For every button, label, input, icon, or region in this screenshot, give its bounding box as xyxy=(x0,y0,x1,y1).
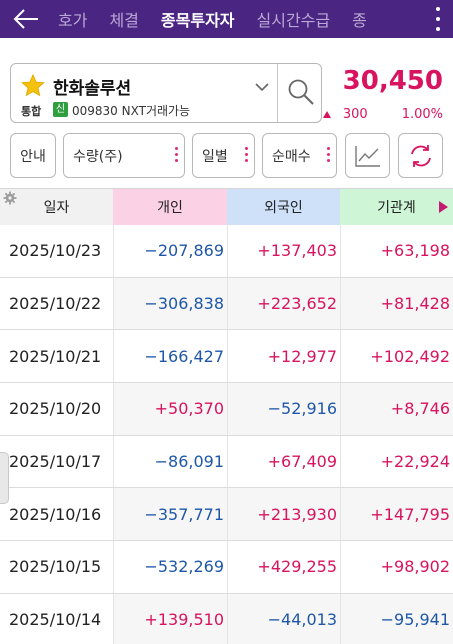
cell-institution: −95,941 xyxy=(340,593,453,644)
cell-institution: +102,492 xyxy=(340,330,453,383)
dropdown-dots-icon xyxy=(327,147,330,165)
cell-foreign: +12,977 xyxy=(227,330,340,383)
back-arrow-icon xyxy=(13,9,38,29)
cell-individual: −357,771 xyxy=(113,488,227,541)
cell-foreign: +137,403 xyxy=(227,225,340,277)
stock-name: 한화솔루션 xyxy=(53,79,132,99)
tab-realtime-flow[interactable]: 실시간수급 xyxy=(257,7,331,31)
cell-foreign: +67,409 xyxy=(227,435,340,488)
cell-individual: +50,370 xyxy=(113,383,227,435)
tab-next-partial[interactable]: 종 xyxy=(352,7,367,31)
star-icon[interactable] xyxy=(20,73,46,99)
column-label-institution: 기관계 xyxy=(377,200,416,216)
column-label-date: 일자 xyxy=(43,200,70,216)
cell-individual: −306,838 xyxy=(113,277,227,330)
price-change: 300 1.00% xyxy=(322,107,443,122)
table-body: 2025/10/23 −207,869 +137,403 +63,198 202… xyxy=(0,225,453,644)
credit-badge: 신 xyxy=(53,102,68,117)
table-row[interactable]: 2025/10/16 −357,771 +213,930 +147,795 xyxy=(0,488,453,542)
stock-selector[interactable]: 한화솔루션 통합 신 009830 NXT거래가능 xyxy=(10,63,322,123)
stock-code-info: 009830 NXT거래가능 xyxy=(72,104,191,118)
cell-date: 2025/10/22 xyxy=(0,277,113,330)
info-label: 안내 xyxy=(20,148,46,165)
cell-individual: −532,269 xyxy=(113,541,227,593)
cell-institution: +63,198 xyxy=(340,225,453,277)
column-label-foreign: 외국인 xyxy=(264,200,303,216)
tab-list: 호가 체결 종목투자자 실시간수급 종 xyxy=(58,0,367,38)
cell-date: 2025/10/20 xyxy=(0,383,113,435)
dropdown-dots-icon xyxy=(245,147,248,165)
cell-date: 2025/10/14 xyxy=(0,593,113,644)
table-row[interactable]: 2025/10/14 +139,510 −44,013 −95,941 xyxy=(0,593,453,644)
table-row[interactable]: 2025/10/20 +50,370 −52,916 +8,746 xyxy=(0,383,453,436)
cell-foreign: −44,013 xyxy=(227,593,340,644)
chevron-down-icon[interactable] xyxy=(255,82,269,92)
kebab-menu-icon[interactable] xyxy=(433,4,443,34)
cell-date: 2025/10/15 xyxy=(0,541,113,593)
cell-institution: +98,902 xyxy=(340,541,453,593)
table-row[interactable]: 2025/10/15 −532,269 +429,255 +98,902 xyxy=(0,541,453,594)
cell-date: 2025/10/16 xyxy=(0,488,113,541)
info-button[interactable]: 안내 xyxy=(10,133,56,178)
cell-individual: −86,091 xyxy=(113,435,227,488)
cell-date: 2025/10/21 xyxy=(0,330,113,383)
gear-icon[interactable] xyxy=(3,191,17,205)
type-select[interactable]: 순매수 xyxy=(262,133,337,178)
chart-button[interactable] xyxy=(345,133,390,178)
cell-individual: −166,427 xyxy=(113,330,227,383)
table-row[interactable]: 2025/10/22 −306,838 +223,652 +81,428 xyxy=(0,277,453,331)
cell-individual: −207,869 xyxy=(113,225,227,277)
scroll-right-arrow-icon[interactable] xyxy=(439,201,448,213)
column-header-date[interactable]: 일자 xyxy=(0,189,113,225)
table-row[interactable]: 2025/10/17 −86,091 +67,409 +22,924 xyxy=(0,435,453,489)
cell-foreign: +213,930 xyxy=(227,488,340,541)
tab-orderbook[interactable]: 호가 xyxy=(58,7,87,31)
column-header-individual[interactable]: 개인 xyxy=(113,189,227,225)
cell-date: 2025/10/23 xyxy=(0,225,113,277)
period-label: 일별 xyxy=(202,148,228,165)
market-badge: 통합 xyxy=(21,105,42,118)
cell-institution: +22,924 xyxy=(340,435,453,488)
refresh-button[interactable] xyxy=(398,133,443,178)
column-header-foreign[interactable]: 외국인 xyxy=(227,189,340,225)
unit-label: 수량(주) xyxy=(73,148,123,165)
tab-stock-investor[interactable]: 종목투자자 xyxy=(161,7,235,31)
type-label: 순매수 xyxy=(272,148,311,165)
search-icon[interactable] xyxy=(287,78,315,106)
period-select[interactable]: 일별 xyxy=(192,133,255,178)
line-chart-icon xyxy=(354,145,380,167)
up-triangle-icon xyxy=(322,111,331,118)
table-row[interactable]: 2025/10/23 −207,869 +137,403 +63,198 xyxy=(0,225,453,278)
top-nav-bar: 호가 체결 종목투자자 실시간수급 종 xyxy=(0,0,453,38)
divider xyxy=(277,64,278,122)
side-drawer-handle[interactable] xyxy=(0,452,9,504)
change-percent: 1.00% xyxy=(401,107,443,122)
table-header: 일자 개인 외국인 기관계 xyxy=(0,188,453,225)
cell-date: 2025/10/17 xyxy=(0,435,113,488)
column-label-individual: 개인 xyxy=(157,200,183,216)
unit-select[interactable]: 수량(주) xyxy=(63,133,185,178)
cell-institution: +81,428 xyxy=(340,277,453,330)
column-header-institution[interactable]: 기관계 xyxy=(340,189,453,225)
cell-individual: +139,510 xyxy=(113,593,227,644)
cell-foreign: −52,916 xyxy=(227,383,340,435)
dropdown-dots-icon xyxy=(175,147,178,165)
current-price: 30,450 xyxy=(342,66,443,96)
table-row[interactable]: 2025/10/21 −166,427 +12,977 +102,492 xyxy=(0,330,453,384)
back-button[interactable] xyxy=(6,0,46,38)
cell-foreign: +223,652 xyxy=(227,277,340,330)
change-value: 300 xyxy=(342,107,368,122)
cell-foreign: +429,255 xyxy=(227,541,340,593)
cell-institution: +147,795 xyxy=(340,488,453,541)
cell-institution: +8,746 xyxy=(340,383,453,435)
tab-trades[interactable]: 체결 xyxy=(109,7,138,31)
refresh-icon xyxy=(410,144,431,167)
